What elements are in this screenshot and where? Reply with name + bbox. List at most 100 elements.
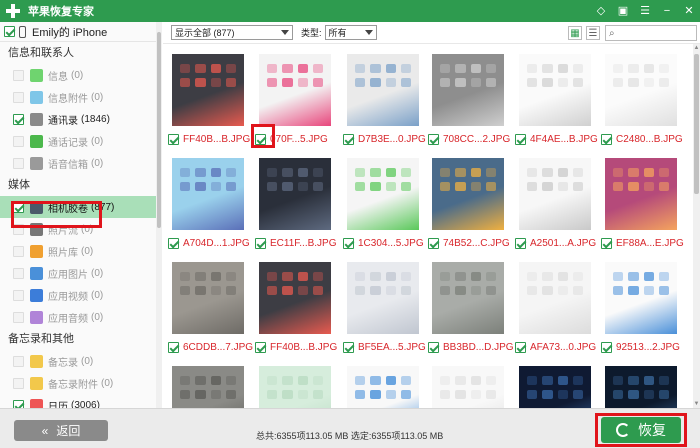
sidebar-item-checkbox[interactable]	[13, 201, 24, 213]
photo-thumbnail[interactable]	[605, 158, 677, 230]
photo-checkbox[interactable]	[601, 134, 612, 145]
sidebar-item[interactable]: 相机胶卷 (877)	[0, 196, 161, 218]
photo-thumbnail[interactable]	[432, 262, 504, 334]
photo-thumbnail[interactable]	[519, 54, 591, 126]
sidebar-item[interactable]: 应用视频 (0)	[0, 284, 161, 306]
photo-checkbox[interactable]	[168, 342, 179, 353]
photo-tile[interactable]: FF40B...B.JPG	[255, 262, 337, 353]
device-checkbox[interactable]	[4, 26, 15, 37]
photo-thumbnail[interactable]	[519, 262, 591, 334]
photo-checkbox[interactable]	[515, 238, 526, 249]
sidebar-item[interactable]: 日历 (3006)	[0, 394, 161, 408]
scroll-down-icon[interactable]: ▼	[693, 400, 700, 408]
sidebar-item-checkbox[interactable]	[13, 289, 24, 301]
photo-thumbnail[interactable]	[432, 366, 504, 408]
sidebar-item-checkbox[interactable]	[13, 267, 24, 279]
photo-thumbnail[interactable]	[172, 158, 244, 230]
photo-checkbox[interactable]	[515, 342, 526, 353]
photo-tile[interactable]: BB3BD...D.JPG	[428, 262, 514, 353]
sidebar-item-checkbox[interactable]	[13, 223, 24, 235]
photo-thumbnail[interactable]	[259, 366, 331, 408]
photo-checkbox[interactable]	[343, 238, 354, 249]
photo-thumbnail[interactable]	[432, 158, 504, 230]
photo-thumbnail[interactable]	[519, 366, 591, 408]
photo-checkbox[interactable]	[601, 342, 612, 353]
photo-thumbnail[interactable]	[347, 262, 419, 334]
photo-tile[interactable]	[172, 366, 244, 408]
sidebar-item-checkbox[interactable]	[13, 355, 24, 367]
photo-tile[interactable]: 6CDDB...7.JPG	[168, 262, 253, 353]
photo-checkbox[interactable]	[255, 342, 266, 353]
photo-checkbox[interactable]	[255, 238, 266, 249]
list-view-icon[interactable]: ☰	[586, 26, 600, 40]
sidebar-item[interactable]: 信息 (0)	[0, 64, 161, 86]
sidebar-item-checkbox[interactable]	[13, 377, 24, 389]
photo-thumbnail[interactable]	[347, 366, 419, 408]
photo-thumbnail[interactable]	[172, 54, 244, 126]
sidebar-item[interactable]: 照片库 (0)	[0, 240, 161, 262]
sidebar-item-checkbox[interactable]	[13, 245, 24, 257]
photo-tile[interactable]	[259, 366, 331, 408]
photo-checkbox[interactable]	[428, 342, 439, 353]
sidebar-item-checkbox[interactable]	[13, 91, 24, 103]
photo-checkbox[interactable]	[168, 134, 179, 145]
gift-icon[interactable]: ▣	[616, 4, 630, 18]
sidebar-item[interactable]: 语音信箱 (0)	[0, 152, 161, 174]
photo-checkbox[interactable]	[601, 238, 612, 249]
photo-thumbnail[interactable]	[605, 54, 677, 126]
photo-tile[interactable]: EF88A...E.JPG	[601, 158, 684, 249]
search-input[interactable]: ⌕	[605, 25, 697, 41]
filter-select[interactable]: 显示全部 (877)	[171, 25, 293, 40]
photo-thumbnail[interactable]	[259, 158, 331, 230]
back-button[interactable]: « 返回	[14, 420, 108, 441]
grid-view-icon[interactable]: ▦	[568, 26, 582, 40]
photo-checkbox[interactable]	[428, 134, 439, 145]
photo-checkbox[interactable]	[428, 238, 439, 249]
sidebar-item-checkbox[interactable]	[13, 135, 24, 147]
photo-tile[interactable]: 74B52...C.JPG	[428, 158, 510, 249]
sidebar-item-checkbox[interactable]	[13, 69, 24, 81]
photo-tile[interactable]: FF40B...B.JPG	[168, 54, 250, 145]
photo-thumbnail[interactable]	[347, 158, 419, 230]
photo-checkbox[interactable]	[168, 238, 179, 249]
grid-scrollbar[interactable]: ▲ ▼	[693, 44, 700, 408]
photo-thumbnail[interactable]	[347, 54, 419, 126]
photo-tile[interactable]: 708CC...2.JPG	[428, 54, 510, 145]
photo-tile[interactable]: AFA73...0.JPG	[515, 262, 596, 353]
photo-tile[interactable]: 070F...5.JPG	[255, 54, 331, 145]
menu-icon[interactable]: ☰	[638, 4, 652, 18]
photo-tile[interactable]: EC11F...B.JPG	[255, 158, 337, 249]
photo-checkbox[interactable]	[515, 134, 526, 145]
sidebar-item[interactable]: 备忘录附件 (0)	[0, 372, 161, 394]
recover-button[interactable]: 恢复	[601, 417, 681, 443]
device-row[interactable]: Emily的 iPhone	[0, 22, 161, 42]
sidebar-item[interactable]: 通讯录 (1846)	[0, 108, 161, 130]
sidebar-item[interactable]: 备忘录 (0)	[0, 350, 161, 372]
photo-tile[interactable]: BF5EA...5.JPG	[343, 262, 426, 353]
diamond-icon[interactable]: ◇	[594, 4, 608, 18]
photo-thumbnail[interactable]	[172, 262, 244, 334]
photo-tile[interactable]: A2501...A.JPG	[515, 158, 596, 249]
photo-thumbnail[interactable]	[605, 366, 677, 408]
sidebar-item-checkbox[interactable]	[13, 113, 24, 125]
photo-thumbnail[interactable]	[519, 158, 591, 230]
close-icon[interactable]: ✕	[682, 4, 696, 18]
photo-tile[interactable]: C2480...B.JPG	[601, 54, 683, 145]
photo-checkbox[interactable]	[255, 134, 266, 145]
photo-tile[interactable]	[605, 366, 677, 408]
sidebar-item[interactable]: 信息附件 (0)	[0, 86, 161, 108]
photo-checkbox[interactable]	[343, 134, 354, 145]
photo-tile[interactable]: 4F4AE...B.JPG	[515, 54, 598, 145]
sidebar-scrollbar[interactable]	[156, 22, 162, 408]
photo-thumbnail[interactable]	[605, 262, 677, 334]
minimize-icon[interactable]: −	[660, 4, 674, 18]
photo-checkbox[interactable]	[343, 342, 354, 353]
sidebar-item[interactable]: 应用图片 (0)	[0, 262, 161, 284]
sidebar-item[interactable]: 应用音频 (0)	[0, 306, 161, 328]
photo-tile[interactable]: A704D...1.JPG	[168, 158, 250, 249]
photo-thumbnail[interactable]	[172, 366, 244, 408]
photo-tile[interactable]	[347, 366, 419, 408]
photo-tile[interactable]	[432, 366, 504, 408]
photo-thumbnail[interactable]	[432, 54, 504, 126]
photo-tile[interactable]: D7B3E...0.JPG	[343, 54, 426, 145]
